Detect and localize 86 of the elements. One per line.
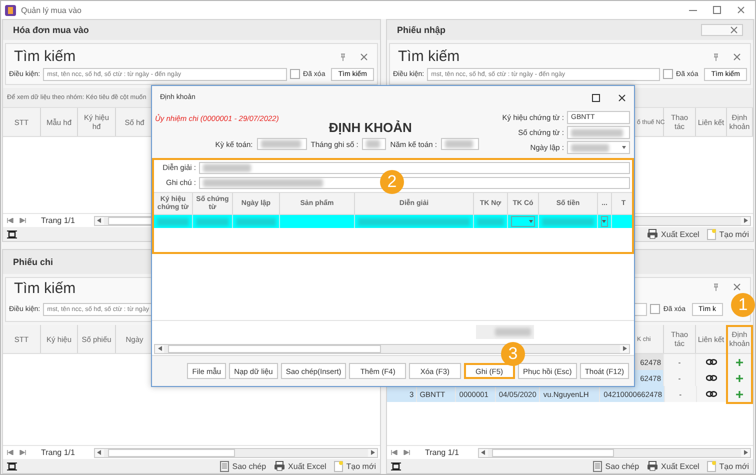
fit-screen-icon[interactable]: [7, 462, 17, 470]
toolbar-button[interactable]: Sao chép: [593, 460, 640, 472]
dropdown-arrow-icon[interactable]: [529, 220, 533, 223]
first-page-icon[interactable]: [391, 450, 398, 455]
input-field[interactable]: [199, 162, 630, 174]
scroll-right-icon[interactable]: [368, 448, 377, 456]
page-indicator: Trang 1/1: [41, 448, 75, 457]
input-field[interactable]: [199, 176, 630, 188]
redacted-value: [203, 164, 251, 172]
redacted-value: [571, 144, 609, 152]
panel-title: Phiếu nhập: [397, 25, 446, 35]
dialog-heading: ĐỊNH KHOẢN: [328, 119, 412, 135]
cell-dropdown[interactable]: [511, 216, 535, 227]
fit-screen-icon[interactable]: [391, 462, 401, 470]
scroll-left-icon[interactable]: [94, 216, 104, 224]
scroll-left-icon[interactable]: [478, 448, 488, 456]
checkbox[interactable]: [290, 69, 300, 80]
toolbar-button[interactable]: Xuất Excel: [274, 460, 326, 472]
new-page-icon: [707, 460, 716, 472]
toolbar-button[interactable]: Xuất Excel: [647, 460, 700, 472]
redacted-value: [196, 218, 229, 226]
page-indicator: Trang 1/1: [425, 448, 459, 457]
cell-dropdown[interactable]: [601, 216, 608, 227]
scroll-left-icon[interactable]: [155, 344, 164, 352]
redacted-value: [477, 218, 504, 226]
redacted-value: [495, 328, 531, 336]
toolbar-button[interactable]: Xuất Excel: [647, 228, 700, 240]
redacted-value: [260, 140, 301, 148]
redacted-value: [571, 128, 623, 136]
panel-title: Phiếu chi: [13, 257, 54, 267]
plus-icon[interactable]: [736, 374, 743, 382]
scroll-right-icon[interactable]: [741, 448, 750, 456]
scrollbar-thumb[interactable]: [168, 344, 382, 352]
toolbar-button[interactable]: Sao chép: [220, 460, 266, 472]
search-title: Tìm kiếm: [397, 48, 460, 66]
app-icon: [5, 4, 16, 16]
first-page-icon[interactable]: [7, 450, 14, 455]
checkbox[interactable]: [650, 304, 660, 314]
printer-icon: [647, 229, 658, 239]
pin-icon[interactable]: [713, 52, 719, 61]
scroll-right-icon[interactable]: [620, 344, 629, 352]
first-page-icon[interactable]: [7, 218, 14, 223]
input-field[interactable]: [567, 126, 630, 139]
last-page-icon[interactable]: [403, 450, 410, 455]
horizontal-scrollbar[interactable]: [94, 448, 378, 458]
redacted-value: [157, 218, 189, 226]
input-field[interactable]: [362, 138, 386, 150]
page-indicator: Trang 1/1: [41, 216, 75, 225]
input-field[interactable]: [441, 138, 479, 150]
dropdown-arrow-icon[interactable]: [602, 220, 606, 223]
redacted-value: [366, 140, 380, 148]
plus-icon[interactable]: [736, 358, 743, 366]
last-page-icon[interactable]: [19, 450, 26, 455]
close-button[interactable]: [701, 24, 743, 36]
last-page-icon[interactable]: [19, 218, 26, 223]
pin-icon[interactable]: [713, 283, 719, 291]
fit-screen-icon[interactable]: [7, 230, 17, 238]
redacted-value: [445, 140, 473, 148]
printer-icon: [274, 461, 286, 471]
scroll-left-icon[interactable]: [94, 448, 104, 456]
panel-title: Hóa đơn mua vào: [13, 25, 89, 35]
toolbar-button[interactable]: Tạo mới: [707, 228, 749, 240]
dropdown-arrow-icon[interactable]: [622, 146, 626, 149]
pin-icon[interactable]: [340, 52, 346, 61]
horizontal-scrollbar[interactable]: [478, 448, 751, 458]
maximize-icon[interactable]: [592, 94, 600, 102]
redacted-value: [236, 218, 276, 226]
checkbox[interactable]: [663, 69, 674, 80]
new-page-icon: [334, 460, 344, 472]
new-page-icon: [707, 228, 716, 240]
app-title: Quản lý mua vào: [21, 6, 82, 14]
search-title: Tìm kiếm: [13, 48, 76, 66]
link-icon[interactable]: [706, 359, 716, 365]
scrollbar-thumb[interactable]: [492, 448, 614, 456]
search-title: Tìm kiếm: [13, 280, 76, 297]
plus-icon[interactable]: [736, 390, 744, 398]
toolbar-button[interactable]: Tạo mới: [334, 460, 376, 472]
redacted-value: [542, 218, 594, 226]
toolbar-button[interactable]: Tạo mới: [707, 460, 749, 472]
scroll-right-icon[interactable]: [741, 216, 750, 224]
link-icon[interactable]: [706, 375, 716, 381]
close-icon[interactable]: [618, 94, 626, 102]
printer-icon: [647, 461, 658, 471]
input-field[interactable]: [256, 138, 307, 150]
link-icon[interactable]: [706, 391, 717, 397]
scrollbar-thumb[interactable]: [108, 448, 235, 456]
